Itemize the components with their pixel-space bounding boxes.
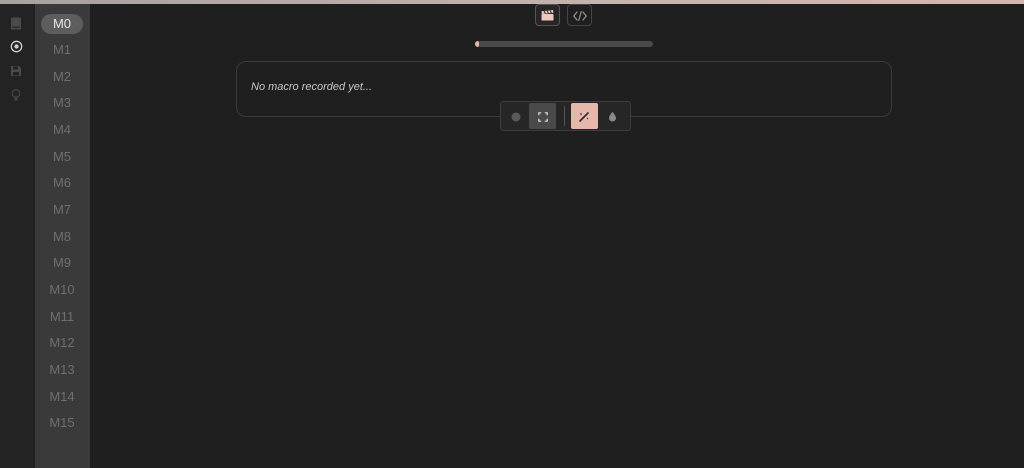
tab-visual-editor[interactable] [535,4,560,26]
magic-wand-icon [579,107,590,126]
macro-item[interactable]: M11 [41,307,83,327]
empty-macro-message: No macro recorded yet... [251,81,373,93]
macro-item[interactable]: M10 [41,280,83,300]
record-target-icon[interactable] [8,38,24,54]
macro-item[interactable]: M4 [41,120,83,140]
macro-item[interactable]: M9 [41,253,83,273]
fullscreen-icon [537,107,548,126]
drop-button[interactable] [599,103,626,129]
macro-item[interactable]: M14 [41,387,83,407]
macro-list: M0 M1 M2 M3 M4 M5 M6 M7 M8 M9 M10 M11 M1… [35,4,90,468]
save-icon[interactable] [8,63,24,79]
macro-item[interactable]: M15 [41,413,83,433]
lightbulb-icon[interactable] [8,87,24,103]
macro-item[interactable]: M5 [41,147,83,167]
macro-item[interactable]: M13 [41,360,83,380]
macro-item[interactable]: M3 [41,93,83,113]
magic-wand-button[interactable] [571,103,598,129]
code-icon [572,6,587,25]
drop-icon [608,107,617,126]
macro-item[interactable]: M0 [41,14,83,34]
progress-bar [475,41,653,47]
record-icon [511,107,521,126]
fullscreen-button[interactable] [529,103,556,129]
macro-item[interactable]: M12 [41,333,83,353]
macro-item[interactable]: M2 [41,67,83,87]
macro-item[interactable]: M8 [41,227,83,247]
progress-fill [475,41,479,47]
record-button[interactable] [502,103,529,129]
clapperboard-icon [541,6,554,25]
book-icon[interactable] [8,15,24,31]
macro-toolbar [500,101,631,131]
macro-item[interactable]: M6 [41,173,83,193]
macro-item[interactable]: M7 [41,200,83,220]
macro-item[interactable]: M1 [41,40,83,60]
icon-rail [0,4,34,468]
window-top-accent-bar [0,0,1024,4]
toolbar-divider [564,106,565,126]
tab-code-editor[interactable] [567,4,592,26]
